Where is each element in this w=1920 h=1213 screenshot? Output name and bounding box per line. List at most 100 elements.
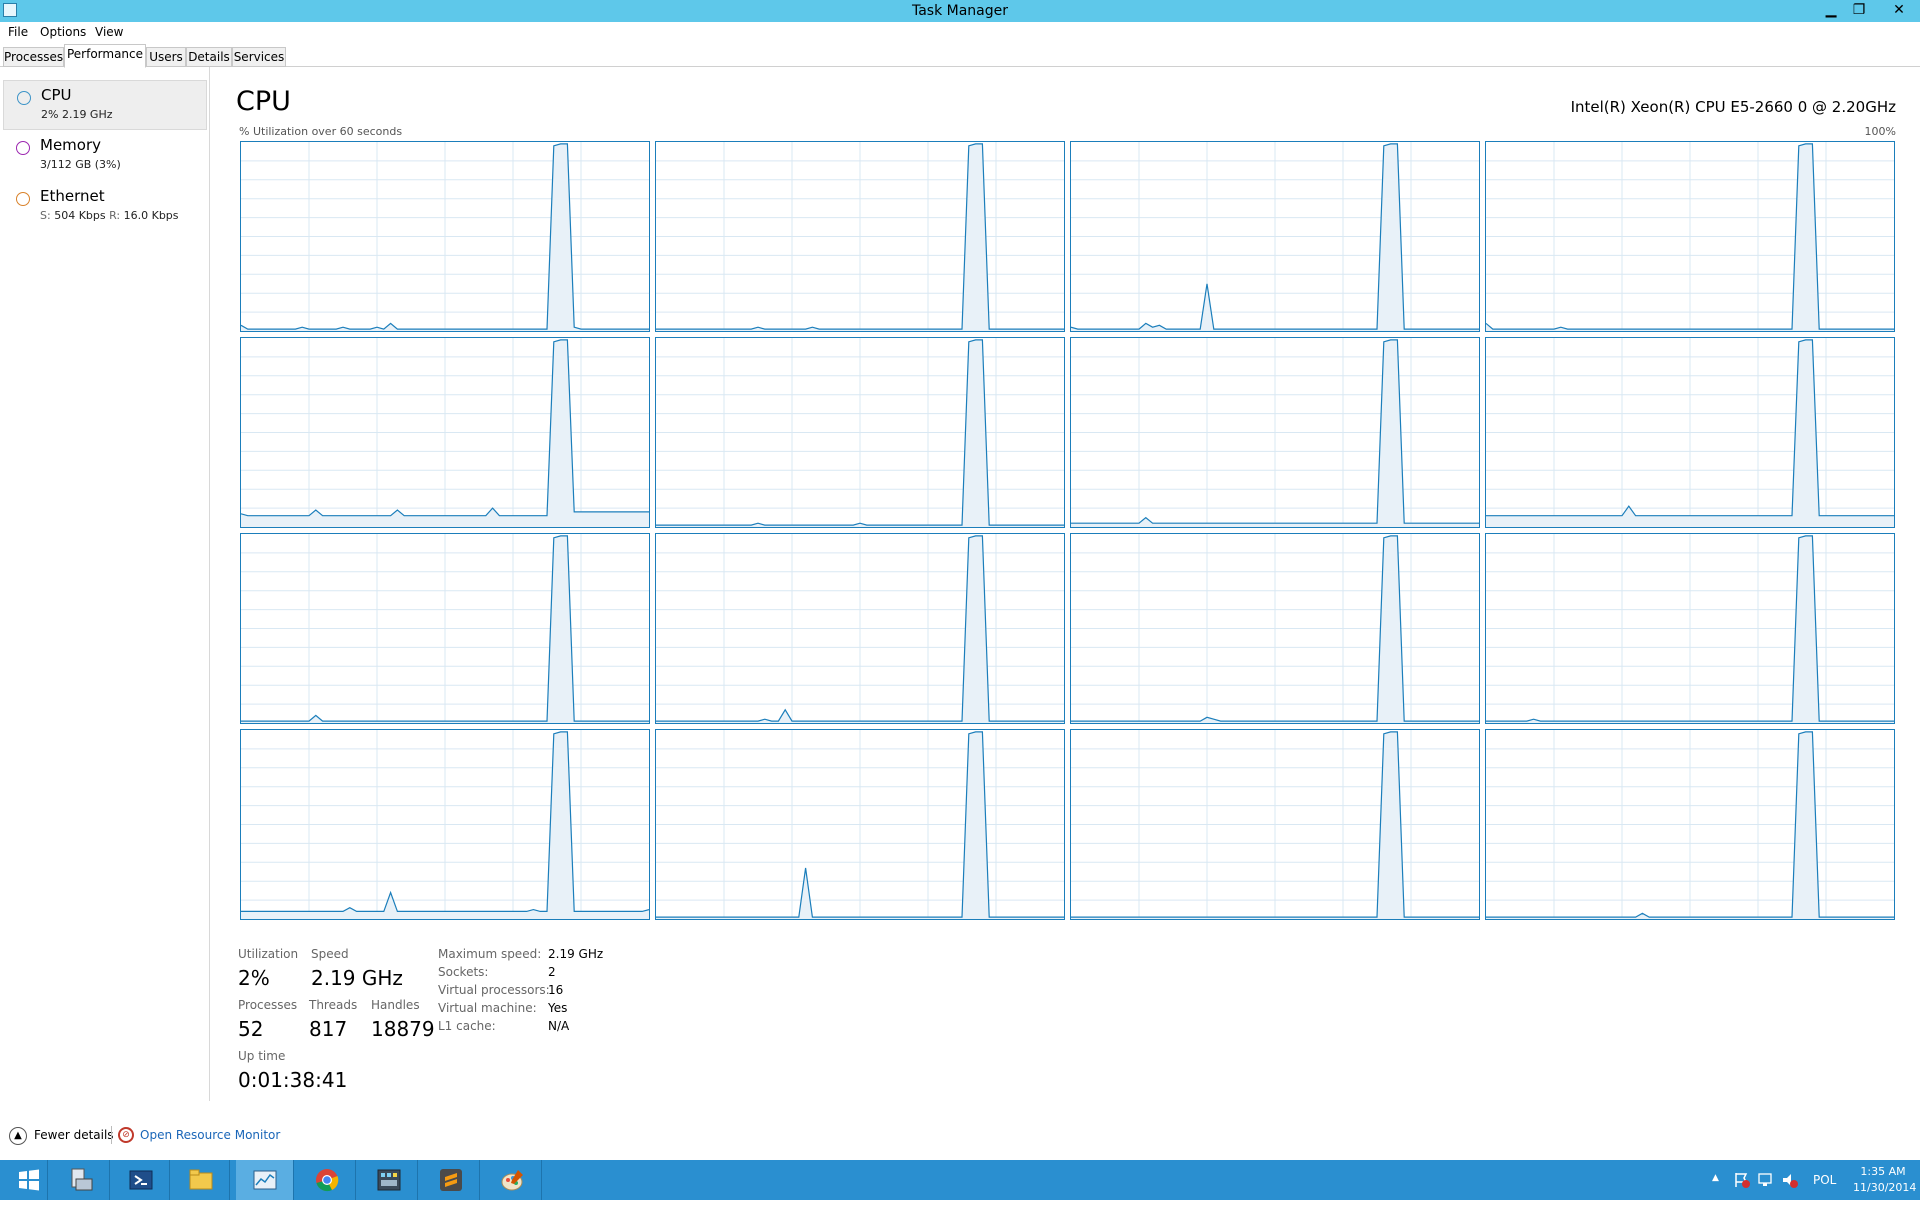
cpu-model-name: Intel(R) Xeon(R) CPU E5-2660 0 @ 2.20GHz — [1570, 98, 1896, 116]
window-title: Task Manager — [911, 3, 1009, 19]
speed-label: Speed — [311, 947, 349, 961]
cpu-graph-panel — [240, 141, 650, 332]
sidebar-item-detail: 2% 2.19 GHz — [41, 108, 113, 121]
taskbar-chrome[interactable] — [298, 1160, 356, 1200]
page-title: CPU — [236, 86, 291, 117]
spec-label-sockets: Sockets: — [438, 965, 489, 979]
taskbar-file-explorer[interactable] — [172, 1160, 230, 1200]
cpu-graph-svg — [1071, 534, 1479, 723]
menu-bar: File Options View — [0, 22, 1920, 43]
title-bar: Task Manager ▁ ❐ ✕ — [0, 0, 1920, 22]
cpu-graph-panel — [1485, 533, 1895, 724]
spec-label-max-speed: Maximum speed: — [438, 947, 542, 961]
minimize-button[interactable]: ▁ — [1818, 0, 1844, 20]
action-center-flag-icon[interactable] — [1733, 1171, 1751, 1189]
start-icon — [19, 1169, 39, 1191]
menu-view[interactable]: View — [91, 22, 127, 43]
spec-value-max-speed: 2.19 GHz — [548, 947, 604, 961]
taskbar-task-manager[interactable] — [236, 1160, 294, 1200]
file-explorer-icon — [189, 1169, 213, 1190]
uptime-value: 0:01:38:41 — [238, 1068, 348, 1092]
handles-label: Handles — [371, 998, 420, 1012]
cpu-graph-panel — [655, 337, 1065, 528]
receive-label: R: — [109, 209, 121, 222]
tab-users[interactable]: Users — [146, 47, 186, 67]
graph-axis-label: % Utilization over 60 seconds — [239, 125, 403, 138]
tab-details[interactable]: Details — [186, 47, 232, 67]
taskbar-powershell[interactable] — [112, 1160, 170, 1200]
sidebar-item-memory[interactable]: Memory 3/112 GB (3%) — [3, 131, 207, 181]
tab-processes[interactable]: Processes — [3, 47, 64, 67]
sidebar-item-ethernet[interactable]: Ethernet S: 504 Kbps R: 16.0 Kbps — [3, 182, 207, 232]
cpu-graph-panel — [1485, 337, 1895, 528]
cpu-graph-panel — [240, 729, 650, 920]
chrome-icon — [316, 1169, 339, 1192]
spec-label-virtual-processors: Virtual processors: — [438, 983, 550, 997]
sidebar-item-label: Ethernet — [40, 187, 105, 205]
uptime-label: Up time — [238, 1049, 286, 1063]
taskbar-paint[interactable] — [484, 1160, 542, 1200]
processes-label: Processes — [238, 998, 298, 1012]
cpu-graph-panel — [1070, 533, 1480, 724]
tab-services[interactable]: Services — [232, 47, 286, 67]
sidebar-item-cpu[interactable]: CPU 2% 2.19 GHz — [3, 80, 207, 130]
start-button[interactable] — [0, 1160, 48, 1200]
cpu-graph-panel — [1485, 729, 1895, 920]
cpu-graph-panel — [655, 533, 1065, 724]
resource-monitor-icon[interactable]: ⊘ — [118, 1127, 134, 1143]
powershell-icon — [129, 1170, 153, 1190]
utilization-value: 2% — [238, 966, 270, 990]
memory-ring-icon — [16, 141, 30, 155]
clock-date: 11/30/2014 — [1853, 1181, 1917, 1194]
cpu-graph-svg — [241, 534, 649, 723]
task-manager-app-icon[interactable] — [3, 3, 17, 17]
footer-bar: ▲ Fewer details ⊘ Open Resource Monitor — [0, 1125, 1920, 1147]
footer-divider — [111, 1126, 112, 1144]
cpu-graph-panel — [655, 729, 1065, 920]
open-resource-monitor-link[interactable]: Open Resource Monitor — [140, 1128, 280, 1142]
cpu-graph-svg — [1486, 730, 1894, 919]
chevron-up-icon[interactable]: ▲ — [9, 1127, 27, 1145]
menu-options[interactable]: Options — [36, 22, 90, 43]
cpu-graph-svg — [241, 730, 649, 919]
taskbar-server-manager[interactable] — [52, 1160, 110, 1200]
sidebar-item-label: CPU — [41, 86, 72, 104]
cpu-graph-panel — [655, 141, 1065, 332]
sidebar-item-detail: 3/112 GB (3%) — [40, 158, 121, 171]
spec-value-virtual-processors: 16 — [548, 983, 564, 997]
cpu-graph-svg — [656, 338, 1064, 527]
restore-button[interactable]: ❐ — [1846, 0, 1872, 20]
input-language-indicator[interactable]: POL — [1813, 1160, 1836, 1200]
utilization-label: Utilization — [238, 947, 299, 961]
taskbar-network-tool[interactable] — [360, 1160, 418, 1200]
taskbar-clock[interactable]: 1:35 AM 11/30/2014 — [1853, 1164, 1917, 1204]
cpu-graph-svg — [1486, 142, 1894, 331]
taskbar-sublime-text[interactable] — [422, 1160, 480, 1200]
spec-value-sockets: 2 — [548, 965, 556, 979]
ethernet-ring-icon — [16, 192, 30, 206]
cpu-graph-svg — [1486, 534, 1894, 723]
network-icon[interactable] — [1757, 1171, 1775, 1189]
cpu-graph-panel — [1070, 729, 1480, 920]
spec-label-virtual-machine: Virtual machine: — [438, 1001, 537, 1015]
network-tool-icon — [377, 1169, 401, 1191]
show-hidden-icons-button[interactable]: ▲ — [1712, 1173, 1719, 1213]
menu-file[interactable]: File — [4, 22, 32, 43]
sublime-text-icon — [440, 1169, 462, 1191]
cpu-graph-panel — [240, 337, 650, 528]
send-rate: 504 Kbps — [54, 209, 106, 222]
tab-performance[interactable]: Performance — [64, 44, 146, 68]
cpu-graph-svg — [656, 142, 1064, 331]
volume-muted-icon[interactable] — [1781, 1171, 1799, 1189]
fewer-details-button[interactable]: Fewer details — [34, 1128, 114, 1142]
cpu-ring-icon — [17, 91, 31, 105]
close-button[interactable]: ✕ — [1880, 0, 1918, 20]
spec-value-virtual-machine: Yes — [548, 1001, 568, 1015]
resource-list: CPU 2% 2.19 GHz Memory 3/112 GB (3%) Eth… — [0, 67, 210, 1101]
cpu-graph-grid[interactable] — [240, 141, 1896, 923]
receive-rate: 16.0 Kbps — [123, 209, 179, 222]
cpu-graph-svg — [1071, 730, 1479, 919]
graph-max-label: 100% — [1864, 125, 1896, 138]
tab-strip: Processes Performance Users Details Serv… — [0, 43, 1920, 68]
send-label: S: — [40, 209, 51, 222]
